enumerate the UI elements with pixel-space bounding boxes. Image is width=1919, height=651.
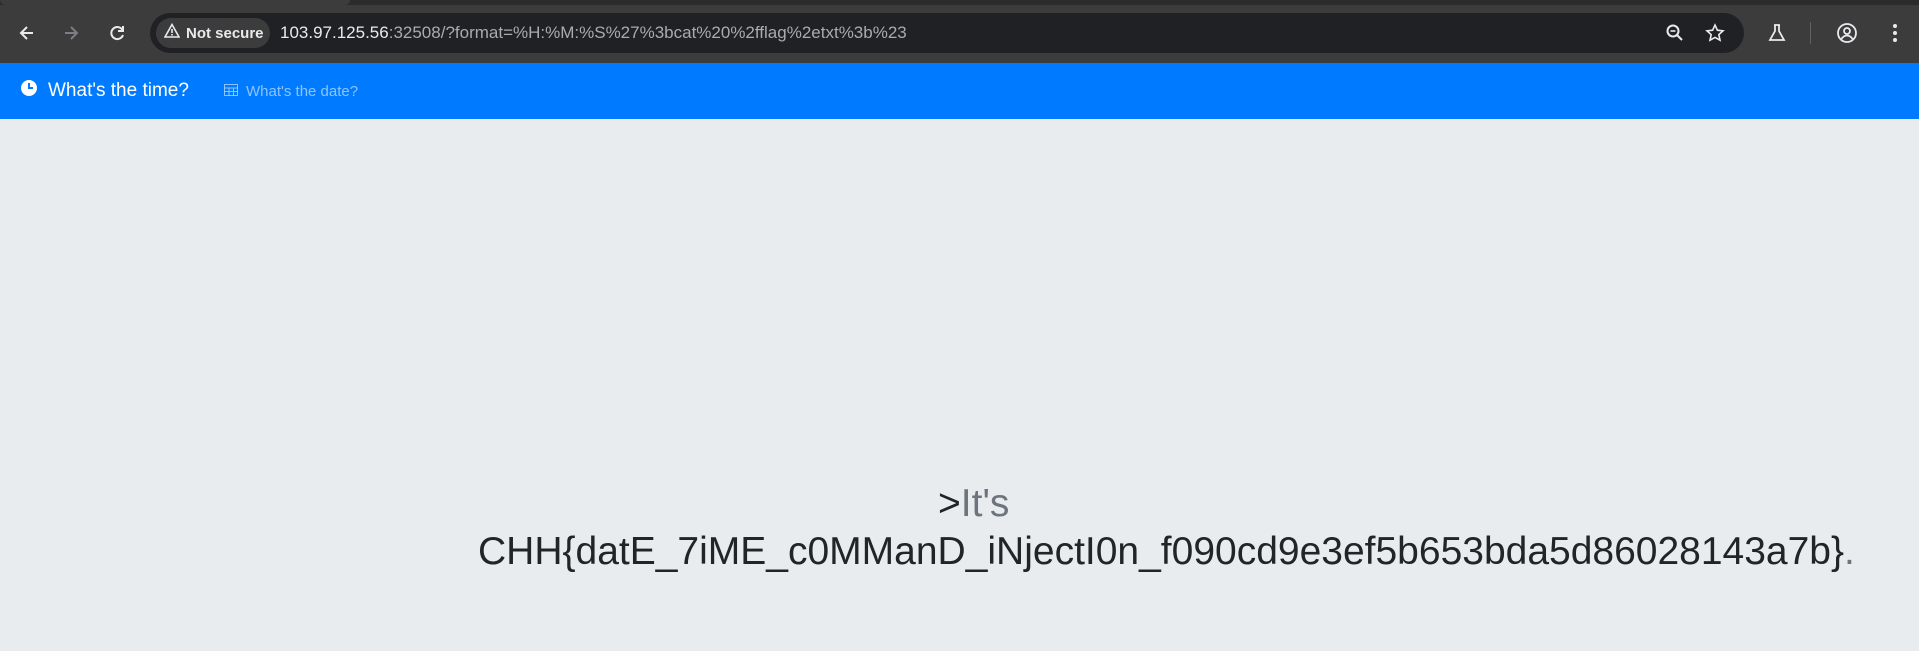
security-label: Not secure: [186, 24, 264, 42]
flag-text: CHH{datE_7iME_c0MManD_iNjectI0n_f090cd9e…: [478, 530, 1845, 573]
result-output: CHH{datE_7iME_c0MManD_iNjectI0n_f090cd9e…: [478, 528, 1898, 576]
brand-label: What's the time?: [48, 80, 189, 101]
labs-icon[interactable]: [1762, 18, 1792, 48]
url-host: 103.97.125.56: [280, 23, 389, 42]
forward-icon[interactable]: [56, 18, 86, 48]
profile-icon[interactable]: [1832, 18, 1862, 48]
address-bar[interactable]: Not secure 103.97.125.56:32508/?format=%…: [150, 13, 1744, 53]
navbar-brand[interactable]: What's the time?: [20, 79, 189, 103]
nav-link-label: What's the date?: [246, 83, 359, 100]
star-icon[interactable]: [1702, 20, 1728, 46]
zoom-icon[interactable]: [1662, 20, 1688, 46]
warning-icon: [163, 22, 181, 43]
browser-toolbar: Not secure 103.97.125.56:32508/?format=%…: [0, 0, 1919, 63]
reload-icon[interactable]: [102, 18, 132, 48]
result-lead: It's: [960, 482, 1010, 525]
calendar-icon: [224, 83, 238, 100]
clock-icon: [20, 79, 38, 103]
nav-link-date[interactable]: What's the date?: [224, 83, 358, 100]
result-heading: >It's: [478, 480, 1898, 528]
result-suffix: .: [1844, 530, 1855, 573]
menu-icon[interactable]: [1880, 18, 1910, 48]
site-navbar: What's the time? What's the date?: [0, 63, 1919, 119]
back-icon[interactable]: [12, 18, 42, 48]
site-info-button[interactable]: Not secure: [156, 18, 270, 48]
url-text[interactable]: 103.97.125.56:32508/?format=%H:%M:%S%27%…: [280, 23, 907, 43]
toolbar-divider: [1810, 22, 1811, 44]
result-prefix: >: [938, 482, 961, 525]
time-result: >It's CHH{datE_7iME_c0MManD_iNjectI0n_f0…: [478, 480, 1898, 576]
active-tab[interactable]: [0, 0, 350, 5]
url-path: :32508/?format=%H:%M:%S%27%3bcat%20%2ffl…: [388, 23, 907, 42]
